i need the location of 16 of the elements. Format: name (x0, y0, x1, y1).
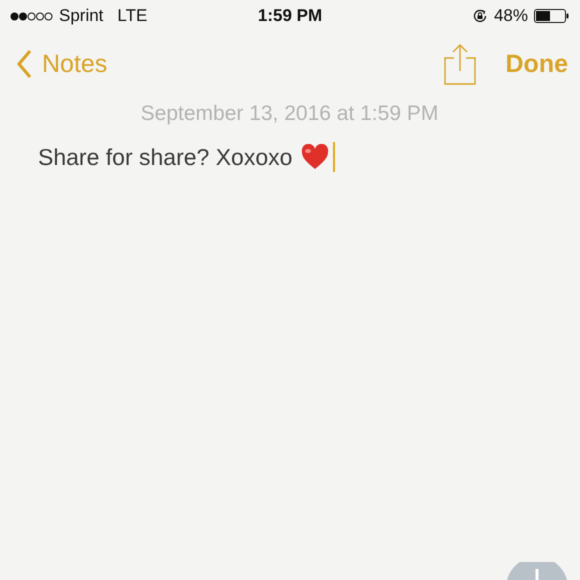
note-text: Share for share? Xoxoxo (38, 144, 292, 170)
carrier-name: Sprint (59, 6, 104, 26)
heart-icon (301, 144, 330, 170)
battery-icon (534, 9, 570, 23)
rotation-lock-icon (472, 8, 488, 24)
network-type: LTE (117, 6, 148, 26)
chevron-left-icon (16, 49, 32, 79)
status-time: 1:59 PM (258, 6, 322, 26)
add-button-icon[interactable] (506, 562, 568, 580)
battery-percent: 48% (494, 6, 528, 26)
note-date: September 13, 2016 at 1:59 PM (140, 102, 440, 126)
back-button[interactable]: Notes (16, 49, 108, 79)
share-icon[interactable] (444, 43, 476, 85)
done-button[interactable]: Done (506, 50, 568, 78)
signal-icon (10, 12, 53, 20)
text-cursor (333, 142, 336, 172)
